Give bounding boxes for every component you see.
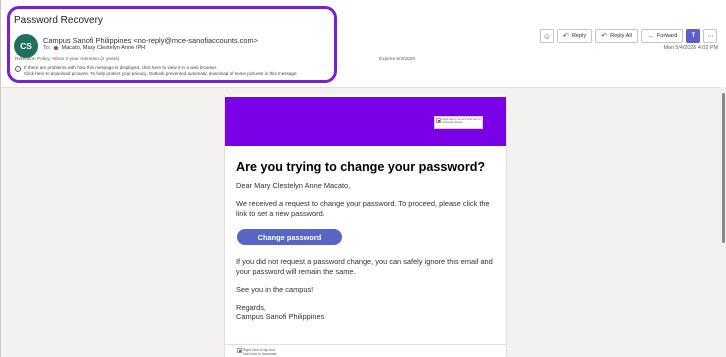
highlight-annotation — [7, 6, 337, 83]
expiry-date: Expires 5/3/2028 — [379, 57, 416, 62]
message-toolbar: ☺ ↶ Reply ↶ Reply All → Forward T ··· — [540, 29, 720, 43]
scrollbar-thumb[interactable] — [722, 93, 725, 243]
teams-icon: T — [691, 33, 696, 39]
email-paragraph-2-line-2: your password will remain the same. — [236, 267, 356, 276]
footer-image-text-line-2: hold here to download — [243, 352, 277, 356]
more-actions-button[interactable]: ··· — [703, 29, 718, 43]
reply-icon: ↶ — [563, 33, 569, 40]
footer-blocked-image[interactable]: Right-click or tap and hold here to down… — [237, 348, 276, 356]
emoji-reaction-button[interactable]: ☺ — [540, 29, 554, 43]
email-banner: Right-click or tap and hold here to down… — [225, 97, 506, 146]
broken-image-icon — [436, 118, 441, 123]
broken-image-icon — [237, 348, 242, 353]
footer-divider — [225, 344, 506, 345]
email-signature: Campus Sanofi Philippines — [236, 312, 325, 321]
reading-pane: Password Recovery CS Campus Sanofi Phili… — [0, 0, 726, 357]
reply-all-label: Reply All — [610, 33, 632, 39]
email-paragraph-3: See you in the campus! — [236, 285, 314, 294]
banner-blocked-image[interactable]: Right-click or tap and hold here to down… — [434, 116, 483, 129]
change-password-button[interactable]: Change password — [237, 229, 342, 245]
received-datetime: Mon 5/4/2026 4:02 PM — [663, 45, 718, 51]
email-paragraph-1-line-2: link to set a new password. — [236, 209, 325, 218]
forward-label: Forward — [656, 33, 678, 39]
teams-button[interactable]: T — [686, 29, 701, 43]
more-icon: ··· — [707, 32, 714, 40]
banner-image-text: Right-click or tap and hold here to down… — [442, 118, 481, 124]
email-paragraph-2-line-1: If you did not request a password change… — [236, 257, 493, 266]
reply-all-icon: ↶ — [601, 33, 608, 40]
email-content: Right-click or tap and hold here to down… — [224, 95, 507, 357]
forward-icon: → — [646, 32, 654, 40]
email-paragraph-1-line-1: We received a request to change your pas… — [236, 199, 490, 208]
reply-all-button[interactable]: ↶ Reply All — [595, 29, 638, 43]
email-heading: Are you trying to change your password? — [236, 160, 486, 174]
forward-button[interactable]: → Forward — [640, 29, 684, 43]
email-greeting: Dear Mary Clestelyn Anne Macato, — [236, 181, 351, 190]
reply-label: Reply — [571, 33, 587, 39]
emoji-icon: ☺ — [542, 31, 552, 41]
reply-button[interactable]: ↶ Reply — [557, 29, 593, 43]
